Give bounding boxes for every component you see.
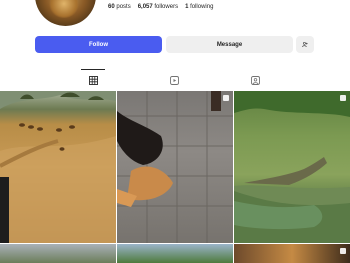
profile-stats: 60 posts 6,057 followers 1 following bbox=[108, 4, 213, 10]
post-thumbnail[interactable] bbox=[0, 91, 116, 243]
post-thumbnail[interactable] bbox=[234, 91, 350, 243]
post-thumbnail[interactable] bbox=[117, 91, 233, 243]
eagle-cub-image bbox=[117, 91, 233, 243]
post-thumbnail[interactable] bbox=[117, 244, 233, 263]
savanna-lions-image bbox=[0, 91, 116, 243]
tab-posts[interactable] bbox=[81, 69, 105, 87]
post-thumbnail[interactable] bbox=[234, 244, 350, 263]
followers-stat[interactable]: 6,057 followers bbox=[138, 4, 178, 10]
tagged-icon bbox=[250, 75, 260, 85]
tab-reels[interactable] bbox=[166, 73, 182, 87]
follow-button[interactable]: Follow bbox=[35, 36, 162, 53]
profile-avatar[interactable] bbox=[35, 0, 96, 26]
message-button[interactable]: Message bbox=[166, 36, 293, 53]
tab-tagged[interactable] bbox=[247, 73, 263, 87]
suggest-people-button[interactable] bbox=[296, 36, 314, 53]
reels-icon bbox=[169, 75, 179, 85]
grid-icon bbox=[88, 75, 98, 85]
posts-stat[interactable]: 60 posts bbox=[108, 4, 131, 10]
following-stat[interactable]: 1 following bbox=[185, 4, 213, 10]
crocodile-river-image bbox=[234, 91, 350, 243]
reel-badge-icon bbox=[340, 248, 346, 254]
reel-badge-icon bbox=[340, 95, 346, 101]
reel-badge-icon bbox=[223, 95, 229, 101]
profile-tabs bbox=[0, 69, 350, 87]
person-add-icon bbox=[302, 41, 308, 48]
post-thumbnail[interactable] bbox=[0, 244, 116, 263]
